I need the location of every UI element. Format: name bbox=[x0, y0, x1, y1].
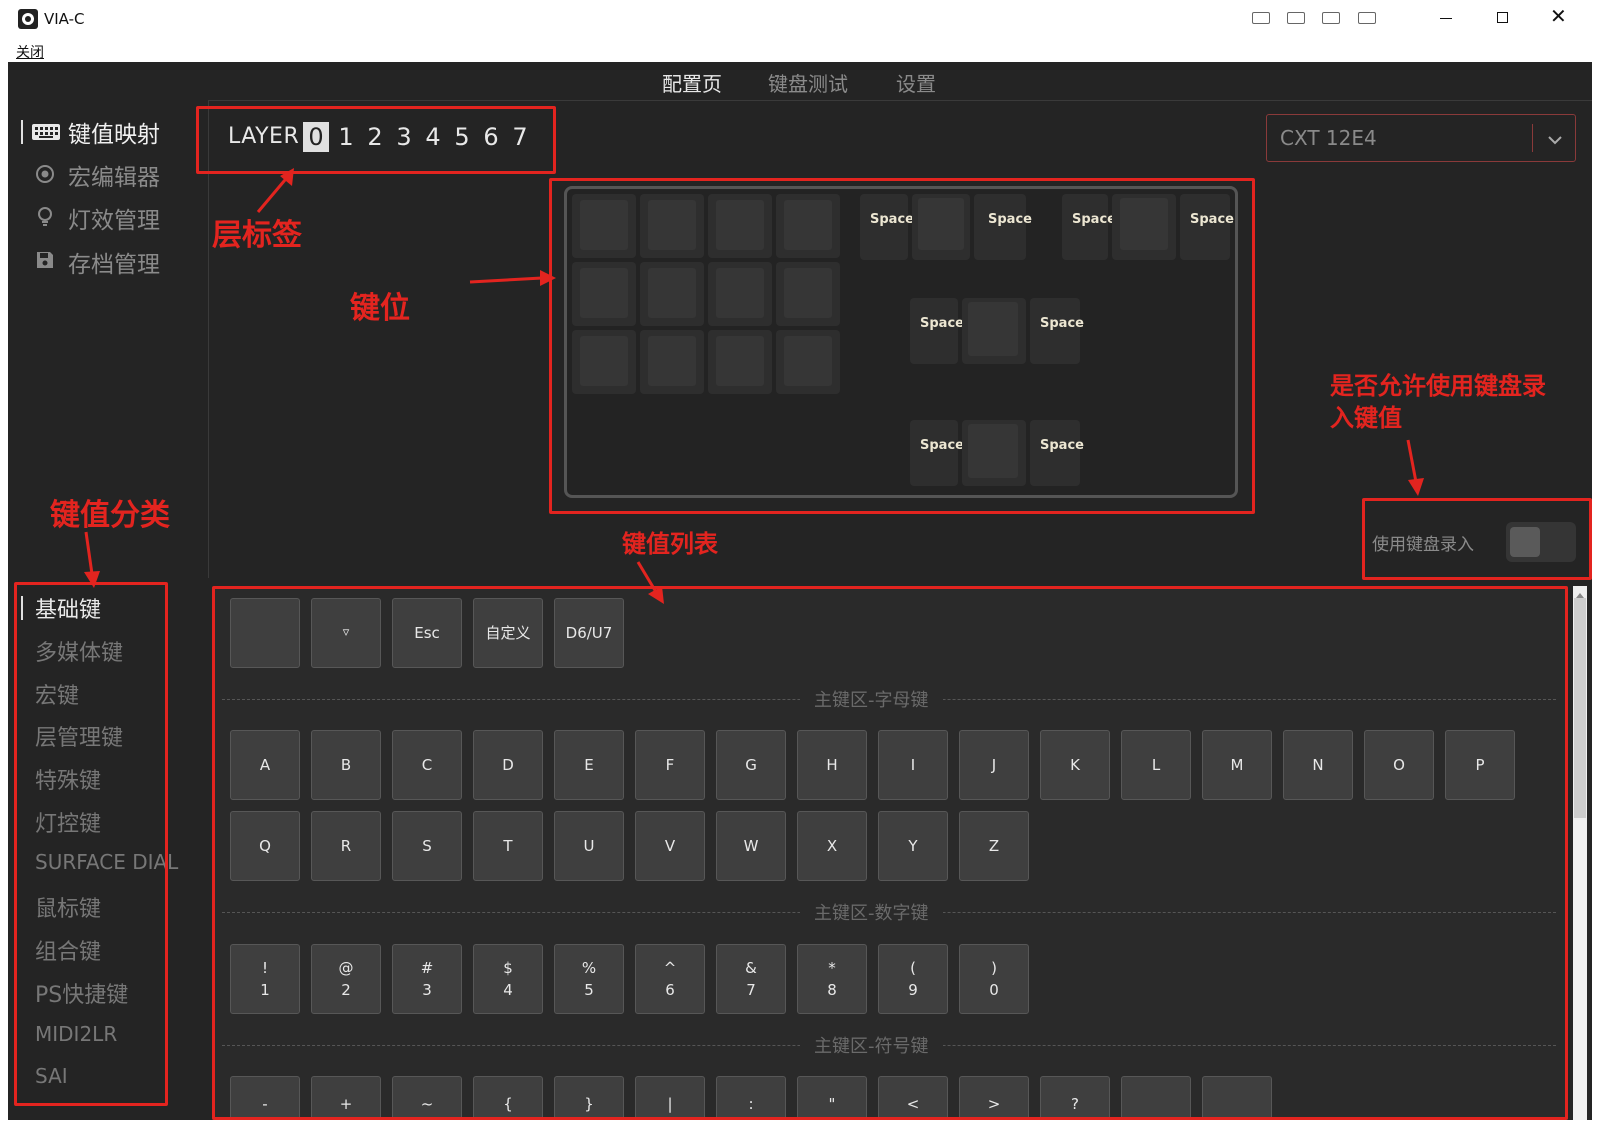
chevron-down-icon[interactable] bbox=[1547, 131, 1563, 145]
annotation-key-list: 键值列表 bbox=[622, 530, 718, 558]
minimize-icon[interactable] bbox=[1440, 18, 1452, 19]
annotation-kb-entry-line2: 入键值 bbox=[1330, 404, 1402, 432]
record-icon bbox=[35, 164, 55, 184]
maximize-icon[interactable] bbox=[1497, 12, 1508, 23]
window-tool-4-icon[interactable] bbox=[1358, 12, 1376, 24]
bulb-icon bbox=[36, 206, 56, 228]
window-tool-2-icon[interactable] bbox=[1287, 12, 1305, 24]
keyboard-icon bbox=[31, 120, 61, 144]
menu-close[interactable]: 关闭 bbox=[16, 42, 44, 62]
annotation-box-key-list bbox=[212, 586, 1568, 1120]
nav-item-macro[interactable]: 宏编辑器 bbox=[68, 158, 160, 192]
scrollbar-thumb[interactable] bbox=[1574, 598, 1586, 818]
floppy-icon bbox=[35, 250, 55, 270]
window-title: VIA-C bbox=[44, 10, 85, 28]
nav-item-keymap[interactable]: 键值映射 bbox=[68, 115, 160, 149]
tab-config[interactable]: 配置页 bbox=[662, 68, 722, 97]
annotation-box-kb-entry bbox=[1362, 498, 1592, 580]
window-tool-1-icon[interactable] bbox=[1252, 12, 1270, 24]
device-name: CXT 12E4 bbox=[1280, 126, 1377, 150]
annotation-arrow-layers bbox=[256, 168, 294, 213]
annotation-arrow-kb-entry bbox=[1406, 439, 1424, 496]
annotation-kb-entry-line1: 是否允许使用键盘录 bbox=[1330, 372, 1546, 400]
nav-item-lighting[interactable]: 灯效管理 bbox=[68, 201, 160, 235]
nav-active-indicator bbox=[21, 120, 23, 144]
nav-item-profiles[interactable]: 存档管理 bbox=[68, 245, 160, 279]
window-tool-3-icon[interactable] bbox=[1322, 12, 1340, 24]
app-logo-icon bbox=[18, 9, 38, 29]
device-select-divider bbox=[1532, 124, 1533, 152]
annotation-box-categories bbox=[14, 582, 168, 1106]
close-window-icon[interactable]: ✕ bbox=[1550, 6, 1567, 26]
annotation-box-layers bbox=[196, 106, 556, 174]
annotation-arrow-category bbox=[84, 531, 100, 588]
annotation-key-position: 键位 bbox=[350, 291, 410, 326]
annotation-box-keyboard bbox=[549, 178, 1255, 514]
scroll-up-icon[interactable] bbox=[1575, 584, 1585, 598]
tab-keyboard-test[interactable]: 键盘测试 bbox=[768, 68, 848, 97]
tab-settings[interactable]: 设置 bbox=[896, 68, 936, 97]
annotation-key-category: 键值分类 bbox=[50, 498, 170, 533]
annotation-arrow-keyboard bbox=[469, 270, 556, 286]
